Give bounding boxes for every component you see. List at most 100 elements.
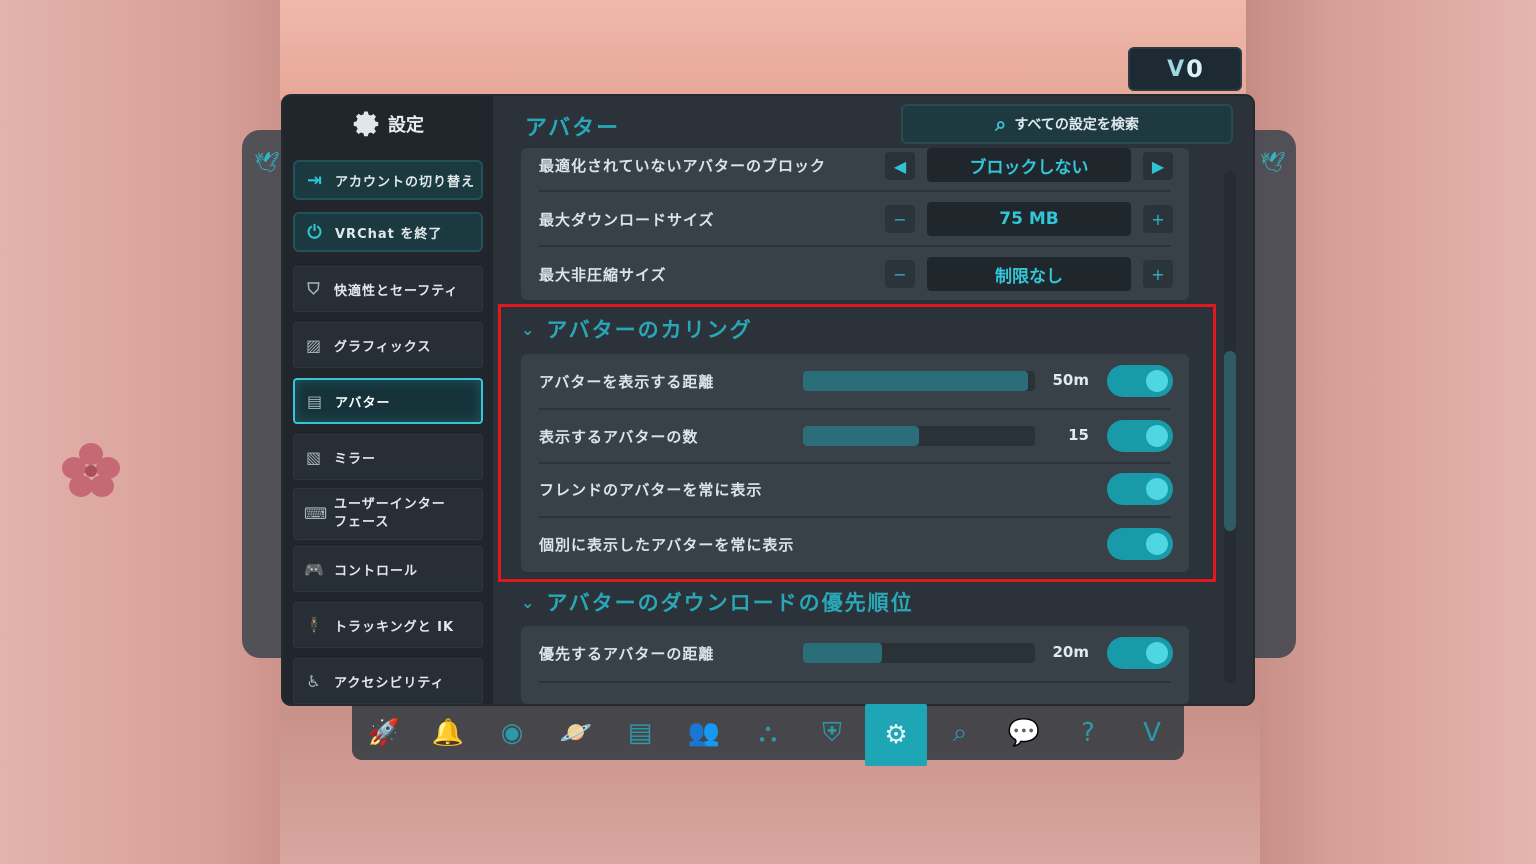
sidebar-item-label: ミラー — [334, 451, 377, 467]
sidebar: 設定 ⇥ アカウントの切り替え ⏻ VRChat を終了 ⛉ 快適性とセーフティ… — [283, 96, 493, 704]
settings-gear-icon: ⚙ — [884, 720, 908, 750]
vrchat-credits-icon: V — [1167, 56, 1185, 82]
bird-icon: 🕊 — [254, 150, 280, 174]
chevron-down-icon: ⌄ — [521, 592, 537, 612]
dock-bell-button[interactable]: 🔔 — [417, 706, 479, 760]
dock-network-button[interactable]: ⛬ — [737, 706, 799, 760]
increase-button[interactable]: + — [1143, 205, 1173, 233]
quit-vrchat-label: VRChat を終了 — [335, 226, 443, 242]
scrollbar-thumb[interactable] — [1224, 351, 1236, 531]
accessibility-icon: ♿ — [306, 671, 322, 691]
setting-value: ブロックしない — [927, 148, 1131, 182]
sidebar-item-label: コントロール — [334, 563, 419, 579]
avatar-performance-group: 最適化されていないアバターのブロック ◀ ブロックしない ▶ 最大ダウンロードサ… — [521, 148, 1189, 300]
sidebar-item-label: 快適性とセーフティ — [334, 283, 459, 299]
switch-account-button[interactable]: ⇥ アカウントの切り替え — [293, 160, 483, 200]
sidebar-item-mirror[interactable]: ▧ ミラー — [293, 434, 483, 480]
sidebar-item-label: グラフィックス — [334, 339, 432, 355]
dock-settings-gear-button[interactable]: ⚙ — [865, 704, 927, 766]
section-title: アバターのダウンロードの優先順位 — [546, 591, 914, 615]
sidebar-item-label-line2: フェース — [334, 515, 390, 530]
sidebar-item-controls[interactable]: 🎮 コントロール — [293, 546, 483, 592]
keyboard-icon: ⌨ — [304, 504, 329, 523]
quit-vrchat-button[interactable]: ⏻ VRChat を終了 — [293, 212, 483, 252]
setting-value: 制限なし — [927, 257, 1131, 291]
sidebar-item-label: ユーザーインター フェース — [334, 496, 446, 532]
sidebar-item-graphics[interactable]: ▨ グラフィックス — [293, 322, 483, 368]
sidebar-title: 設定 — [283, 104, 493, 144]
credits-badge[interactable]: V 0 — [1128, 47, 1242, 91]
dock-chat-add-button[interactable]: 💬 — [993, 706, 1055, 760]
sidebar-item-comfort-safety[interactable]: ⛉ 快適性とセーフティ — [293, 266, 483, 312]
gear-icon — [353, 111, 379, 137]
sidebar-item-label: トラッキングと IK — [334, 619, 455, 635]
sidebar-item-tracking-ik[interactable]: 🕴 トラッキングと IK — [293, 602, 483, 648]
bell-icon: 🔔 — [431, 718, 465, 748]
decrease-button[interactable]: − — [885, 205, 915, 233]
row-divider — [539, 681, 1171, 683]
bird-icon: 🕊 — [1260, 150, 1286, 174]
background-ceiling — [280, 0, 1260, 100]
next-arrow-button[interactable]: ▶ — [1143, 152, 1173, 180]
download-priority-group: 優先するアバターの距離 20m — [521, 626, 1189, 704]
profile-icon: ◉ — [500, 718, 524, 748]
planet-icon: 🪐 — [559, 718, 593, 748]
dock-avatar-book-button[interactable]: ▤ — [609, 706, 671, 760]
dock-search-button[interactable]: ⌕ — [929, 706, 991, 760]
search-all-settings-label: すべての設定を検索 — [1014, 117, 1139, 133]
sidebar-item-user-interface[interactable]: ⌨ ユーザーインター フェース — [293, 488, 483, 540]
dock-rocket-button[interactable]: 🚀 — [353, 706, 415, 760]
sidebar-title-text: 設定 — [388, 115, 424, 136]
setting-row-max-download-size: 最大ダウンロードサイズ − 75 MB + — [521, 192, 1189, 246]
increase-button[interactable]: + — [1143, 260, 1173, 288]
slider-value: 20m — [1052, 643, 1089, 661]
power-icon: ⏻ — [307, 221, 323, 243]
help-icon: ? — [1081, 718, 1095, 748]
section-header-download-priority[interactable]: ⌄ アバターのダウンロードの優先順位 — [521, 587, 914, 617]
gamepad-icon: 🎮 — [304, 559, 325, 579]
setting-row-max-uncompressed-size: 最大非圧縮サイズ − 制限なし + — [521, 247, 1189, 301]
rocket-icon: 🚀 — [367, 718, 401, 748]
setting-value: 75 MB — [927, 202, 1131, 236]
arrow-right-icon: ▶ — [1151, 156, 1165, 176]
chat-add-icon: 💬 — [1007, 718, 1041, 748]
setting-label: 最適化されていないアバターのブロック — [539, 156, 826, 175]
setting-label: 最大非圧縮サイズ — [539, 265, 667, 284]
sidebar-item-label: アバター — [335, 395, 391, 411]
arrow-left-icon: ◀ — [893, 156, 907, 176]
switch-account-label: アカウントの切り替え — [335, 174, 476, 190]
sidebar-item-label-line1: ユーザーインター — [334, 497, 446, 512]
setting-label: 優先するアバターの距離 — [539, 644, 715, 663]
priority-distance-slider[interactable] — [803, 643, 1035, 663]
setting-row-block-unoptimized: 最適化されていないアバターのブロック ◀ ブロックしない ▶ — [521, 138, 1189, 192]
sidebar-item-label: アクセシビリティ — [334, 675, 445, 691]
search-icon: ⌕ — [995, 112, 1007, 136]
prev-arrow-button[interactable]: ◀ — [885, 152, 915, 180]
shield-icon: ⛉ — [307, 279, 321, 298]
dock-help-button[interactable]: ? — [1057, 706, 1119, 760]
sidebar-item-avatar[interactable]: ▤ アバター — [293, 378, 483, 424]
dock-planet-button[interactable]: 🪐 — [545, 706, 607, 760]
dock-profile-button[interactable]: ◉ — [481, 706, 543, 760]
highlight-box — [498, 304, 1216, 582]
tracking-icon: 🕴 — [304, 615, 325, 635]
priority-distance-toggle[interactable] — [1107, 637, 1173, 669]
dock-vrchat-logo-button[interactable]: V — [1121, 706, 1183, 760]
avatar-icon: ▤ — [306, 391, 324, 411]
flower-decoration — [62, 443, 120, 497]
dock-group-button[interactable]: 👥 — [673, 706, 735, 760]
toggle-knob — [1146, 642, 1168, 664]
vrchat-logo-icon: V — [1143, 718, 1161, 748]
sidebar-item-accessibility[interactable]: ♿ アクセシビリティ — [293, 658, 483, 704]
mirror-icon: ▧ — [305, 447, 323, 467]
shield-icon: ⛨ — [822, 717, 842, 748]
setting-row-priority-distance: 優先するアバターの距離 20m — [521, 626, 1189, 680]
group-icon: 👥 — [687, 718, 721, 748]
dock-shield-button[interactable]: ⛨ — [801, 706, 863, 760]
search-icon: ⌕ — [952, 717, 968, 748]
avatar-book-icon: ▤ — [627, 718, 653, 748]
network-icon: ⛬ — [758, 717, 778, 748]
decrease-button[interactable]: − — [885, 260, 915, 288]
setting-label: 最大ダウンロードサイズ — [539, 210, 715, 229]
switch-account-icon: ⇥ — [306, 169, 324, 191]
